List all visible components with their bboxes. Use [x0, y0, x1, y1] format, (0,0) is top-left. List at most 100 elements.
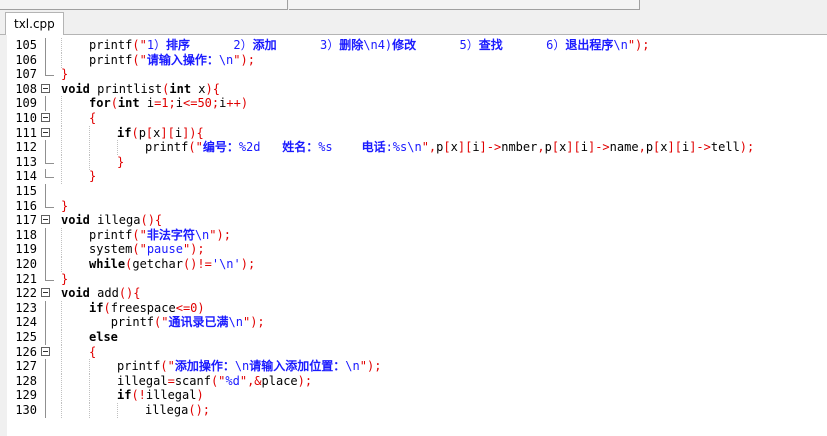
code-line[interactable]: 107} — [7, 67, 827, 82]
code-token: ); — [240, 257, 256, 271]
fold-toggle-icon[interactable] — [38, 111, 56, 126]
code-token: \n — [194, 227, 210, 242]
code-line[interactable]: 128 illegal=scanf("%d",&place); — [7, 373, 827, 389]
indent-guide — [117, 403, 119, 418]
code-line[interactable]: 114} — [7, 169, 827, 185]
code-token: printf — [117, 359, 161, 374]
code-token: <= — [175, 300, 191, 315]
code-token: x — [191, 81, 206, 96]
code-line[interactable]: 130 illega(); — [7, 403, 827, 418]
fold-guide-line — [38, 388, 56, 404]
code-token: , — [537, 140, 545, 155]
indent-guide — [61, 344, 63, 360]
tab-txl-cpp[interactable]: txl.cpp — [5, 12, 64, 35]
code-token: (); — [188, 403, 211, 417]
code-line[interactable]: 112 printf("编号：%2d 姓名：%s 电话:%s\n",p[x][i]… — [7, 140, 827, 156]
code-line[interactable]: 110 { — [7, 111, 827, 126]
minus-box-icon[interactable] — [41, 113, 50, 122]
code-token: (" — [154, 315, 169, 330]
code-token: } — [117, 154, 125, 169]
code-token: p — [544, 140, 552, 155]
code-line[interactable]: 115 — [7, 184, 827, 199]
code-token: if — [89, 300, 104, 315]
fold-toggle-icon[interactable] — [38, 126, 56, 141]
code-line[interactable]: 105 printf("1）排序 2）添加 3）删除\n4)修改 5）查找 6）退… — [7, 38, 827, 53]
fold-line-icon — [45, 315, 46, 331]
fold-toggle-icon[interactable] — [38, 286, 56, 301]
indent-guide — [61, 140, 63, 156]
fold-line-icon — [45, 388, 46, 404]
minus-box-icon[interactable] — [41, 215, 50, 225]
code-editor[interactable]: 105 printf("1）排序 2）添加 3）删除\n4)修改 5）查找 6）退… — [7, 35, 827, 436]
code-line[interactable]: 129 if(!illegal) — [7, 388, 827, 404]
code-token: if — [117, 388, 132, 403]
code-text: { — [89, 345, 96, 360]
code-token: getchar — [132, 257, 183, 271]
fold-line-icon — [45, 227, 46, 243]
code-text: printf("1）排序 2）添加 3）删除\n4)修改 5）查找 6）退出程序… — [89, 38, 650, 53]
code-line[interactable]: 127 printf("添加操作：\n请输入添加位置：\n"); — [7, 359, 827, 375]
code-token: 添加 — [252, 38, 277, 52]
code-token: 删除 — [339, 38, 364, 52]
code-line[interactable]: 108 void printlist(int x){ — [7, 82, 827, 97]
line-number: 124 — [15, 315, 37, 330]
fold-guide-line — [38, 330, 56, 345]
code-line[interactable]: 124 printf("通讯录已满\n"); — [7, 315, 827, 331]
fold-toggle-icon[interactable] — [38, 345, 56, 360]
code-token: ) — [197, 300, 205, 315]
code-token: while — [89, 257, 126, 271]
minus-box-icon[interactable] — [41, 83, 50, 93]
code-token: :%s\n — [385, 140, 422, 155]
code-text: if(!illegal) — [117, 388, 204, 403]
indent-guide — [61, 52, 63, 68]
code-token: p — [645, 140, 654, 155]
code-line[interactable]: 118 printf("非法字符\n"); — [7, 227, 827, 243]
code-token: i — [472, 140, 480, 155]
fold-line-icon — [45, 300, 46, 316]
code-line[interactable]: 117 void illega(){ — [7, 213, 827, 228]
code-token: (! — [131, 388, 146, 403]
code-token: (){ — [118, 286, 141, 301]
fold-toggle-icon[interactable] — [38, 82, 56, 97]
minus-box-icon[interactable] — [41, 346, 50, 356]
code-line[interactable]: 126 { — [7, 344, 827, 360]
code-token: (" — [132, 227, 147, 242]
line-number: 113 — [15, 154, 37, 169]
code-line[interactable]: 113} — [7, 154, 827, 170]
fold-guide-line — [38, 184, 56, 199]
code-token: for — [89, 96, 111, 111]
code-line[interactable]: 121} — [7, 271, 827, 287]
fold-line-icon — [45, 257, 46, 272]
code-token: %s — [318, 140, 362, 155]
code-token: printf — [110, 315, 155, 330]
fold-line-icon — [45, 373, 46, 389]
code-token: i — [139, 96, 155, 111]
line-number: 122 — [15, 286, 37, 301]
code-token: \n — [613, 38, 628, 52]
fold-guide-line — [38, 359, 56, 375]
minus-box-icon[interactable] — [41, 127, 50, 137]
fold-line-icon — [45, 140, 46, 156]
code-line[interactable]: 123 if(freespace<=0) — [7, 300, 827, 316]
toolbar-panel-right — [289, 0, 640, 10]
fold-toggle-icon[interactable] — [38, 213, 56, 228]
code-line[interactable]: 122 void add(){ — [7, 286, 827, 301]
code-line[interactable]: 109 for(int i=1;i<=50;i++) — [7, 96, 827, 112]
code-line[interactable]: 111 if(p[x][i]){ — [7, 125, 827, 141]
code-line[interactable]: 119 system("pause"); — [7, 242, 827, 258]
code-line[interactable]: 106 printf("请输入操作：\n"); — [7, 52, 827, 68]
indent-guide — [89, 373, 91, 389]
code-token: name — [609, 140, 639, 155]
code-text: } — [61, 67, 68, 82]
code-token: illega — [145, 403, 189, 417]
code-line[interactable]: 116} — [7, 198, 827, 214]
code-token: 1 — [161, 96, 169, 111]
fold-end-marker — [38, 271, 56, 287]
fold-end-icon — [45, 271, 54, 281]
code-line[interactable]: 120 while(getchar()!='\n'); — [7, 257, 827, 272]
line-number: 118 — [15, 227, 37, 242]
minus-box-icon[interactable] — [41, 288, 50, 298]
code-line[interactable]: 125 else — [7, 330, 827, 345]
indent-guide — [61, 388, 63, 404]
code-token: [ — [551, 140, 560, 155]
